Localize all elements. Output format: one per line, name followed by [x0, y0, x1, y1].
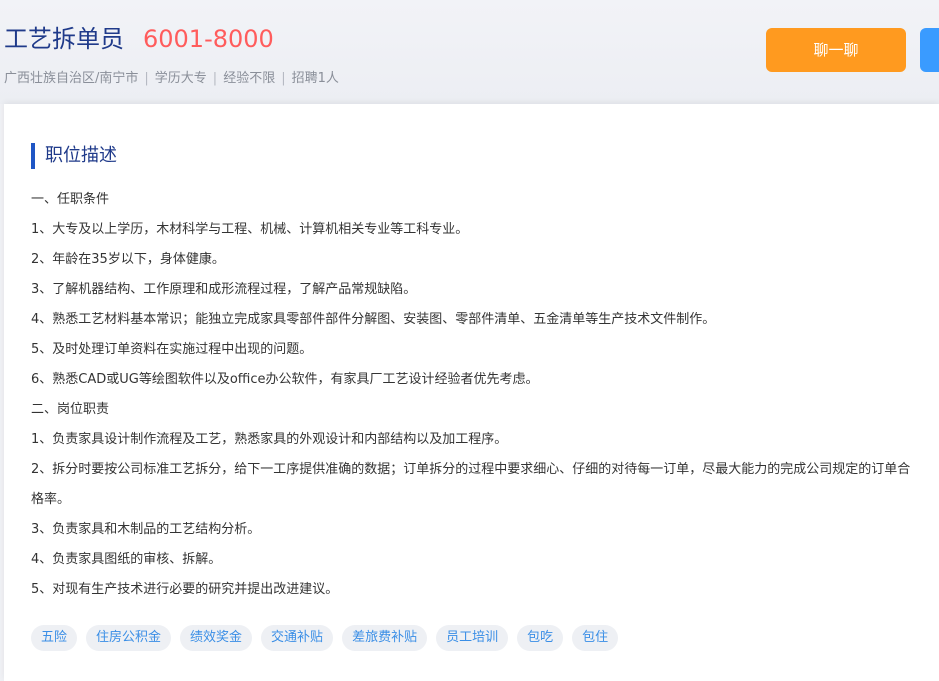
- experience: 经验不限: [223, 71, 276, 86]
- job-title: 工艺拆单员: [4, 25, 124, 53]
- description-line: 5、对现有生产技术进行必要的研究并提出改进建议。: [31, 582, 339, 597]
- description-line: 4、负责家具图纸的审核、拆解。: [31, 552, 222, 567]
- salary-range: 6001-8000: [143, 25, 274, 53]
- job-description: 一、任职条件 1、大专及以上学历，木材科学与工程、机械、计算机相关专业等工科专业…: [31, 185, 911, 605]
- description-line: 2、年龄在35岁以下，身体健康。: [31, 252, 225, 267]
- benefit-tag: 绩效奖金: [180, 625, 253, 651]
- meta-separator: |: [144, 71, 149, 86]
- benefit-tag: 交通补贴: [261, 625, 334, 651]
- education: 学历大专: [154, 71, 207, 86]
- apply-button[interactable]: [920, 28, 939, 72]
- job-meta: 广西壮族自治区/南宁市 | 学历大专 | 经验不限 | 招聘1人: [4, 69, 339, 89]
- description-line: 4、熟悉工艺材料基本常识；能独立完成家具零部件部件分解图、安装图、零部件清单、五…: [31, 312, 716, 327]
- description-line: 5、及时处理订单资料在实施过程中出现的问题。: [31, 342, 313, 357]
- section-heading: 职位描述: [31, 143, 117, 169]
- chat-button[interactable]: 聊一聊: [766, 28, 906, 72]
- description-line: 二、岗位职责: [31, 402, 110, 417]
- benefit-tag: 包吃: [517, 625, 564, 651]
- benefit-tags: 五险 住房公积金 绩效奖金 交通补贴 差旅费补贴 员工培训 包吃 包住: [31, 625, 619, 651]
- description-line: 6、熟悉CAD或UG等绘图软件以及office办公软件，有家具厂工艺设计经验者优…: [31, 372, 539, 387]
- description-line: 1、大专及以上学历，木材科学与工程、机械、计算机相关专业等工科专业。: [31, 222, 469, 237]
- description-line: 一、任职条件: [31, 192, 110, 207]
- benefit-tag: 员工培训: [436, 625, 509, 651]
- benefit-tag: 住房公积金: [86, 625, 172, 651]
- meta-separator: |: [212, 71, 218, 86]
- benefit-tag: 五险: [31, 625, 78, 651]
- meta-separator: |: [281, 71, 286, 86]
- job-header: 工艺拆单员 6001-8000 广西壮族自治区/南宁市 | 学历大专 | 经验不限 | 招聘…: [0, 0, 939, 104]
- description-line: 3、负责家具和木制品的工艺结构分析。: [31, 522, 261, 537]
- description-line: 2、拆分时要按公司标准工艺拆分，给下一工序提供准确的数据；订单拆分的过程中要求细…: [31, 462, 911, 507]
- headcount: 招聘1人: [291, 71, 339, 86]
- description-line: 1、负责家具设计制作流程及工艺，熟悉家具的外观设计和内部结构以及加工程序。: [31, 432, 508, 447]
- job-detail-panel: 职位描述 一、任职条件 1、大专及以上学历，木材科学与工程、机械、计算机相关专业…: [4, 104, 939, 681]
- benefit-tag: 包住: [572, 625, 619, 651]
- description-line: 3、了解机器结构、工作原理和成形流程过程，了解产品常规缺陷。: [31, 282, 417, 297]
- benefit-tag: 差旅费补贴: [342, 625, 428, 651]
- location: 广西壮族自治区/南宁市: [4, 71, 139, 86]
